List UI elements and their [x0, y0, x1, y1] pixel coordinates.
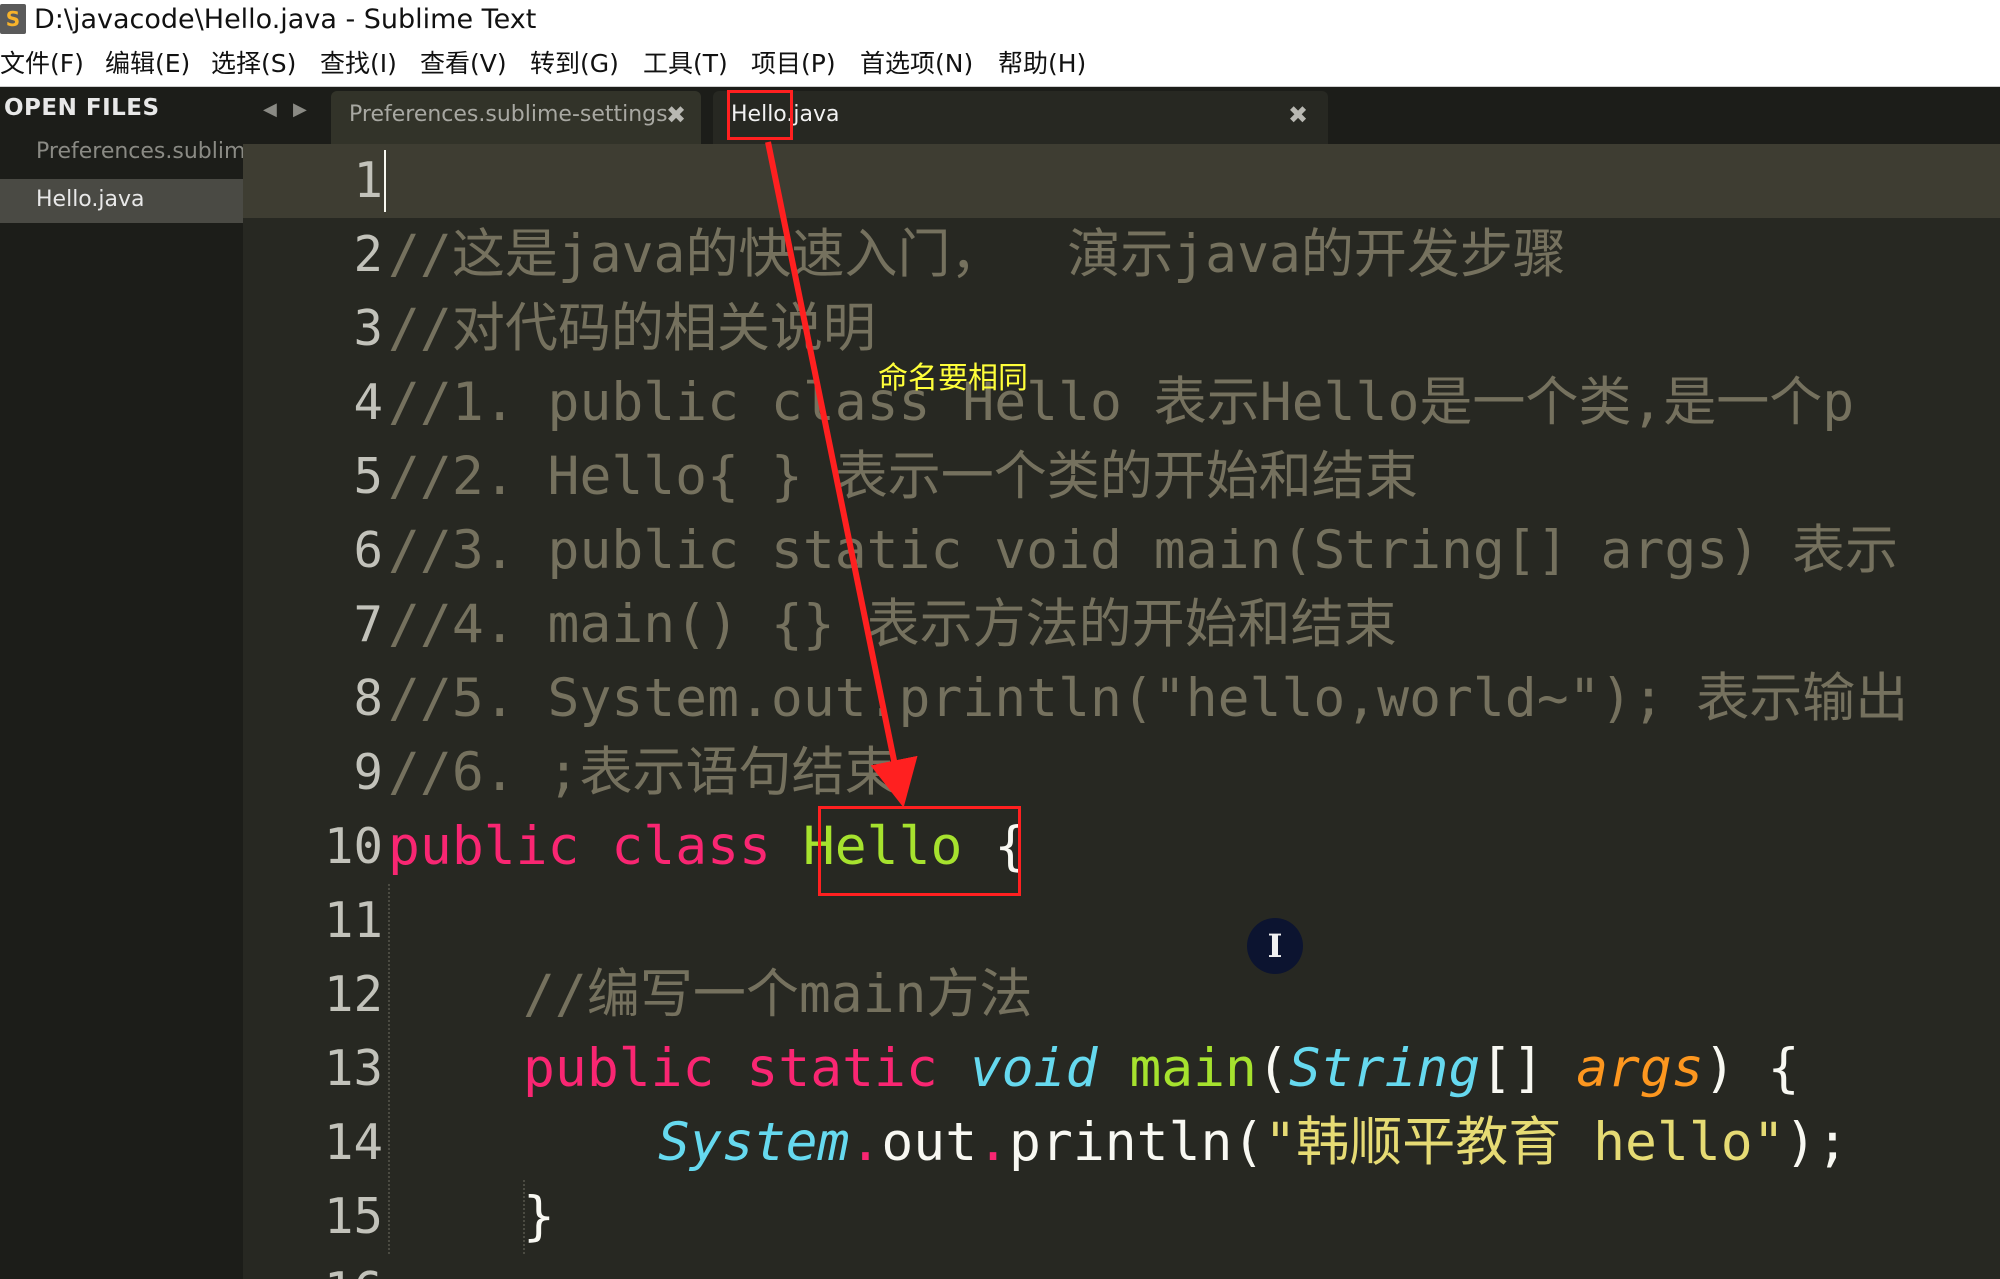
paren-open: (	[1232, 1112, 1265, 1173]
line-number: 4	[353, 374, 383, 431]
text-cursor-icon: I	[1267, 927, 1283, 965]
field-out: out	[881, 1112, 978, 1173]
method-name: main	[1129, 1038, 1257, 1099]
line-number: 15	[323, 1188, 383, 1245]
text-caret	[384, 150, 386, 212]
code-line-comment: //编写一个main方法	[523, 964, 1033, 1025]
menu-help[interactable]: 帮助(H)	[998, 48, 1086, 80]
sidebar-item-preferences[interactable]: Preferences.sublime-settings	[0, 131, 243, 175]
sidebar-item-label: Hello.java	[36, 187, 145, 212]
code-line-comment: //2. Hello{ } 表示一个类的开始和结束	[388, 446, 1418, 507]
sidebar-item-hello-java[interactable]: Hello.java	[0, 179, 243, 223]
keyword-public: public	[388, 816, 580, 877]
keyword-static: static	[746, 1038, 938, 1099]
menu-goto[interactable]: 转到(G)	[530, 48, 619, 80]
dot-operator: .	[849, 1112, 882, 1173]
code-line-main-method: public static void main(String[] args) {	[523, 1032, 1799, 1106]
parameter-args: args	[1576, 1038, 1704, 1099]
code-line-comment: //4. main() {} 表示方法的开始和结束	[388, 594, 1397, 655]
line-number: 8	[353, 670, 383, 727]
sublime-app-icon: S	[0, 4, 26, 34]
tab-bar: ◀ ▶ Preferences.sublime-settings ✖ Hello…	[243, 87, 2000, 144]
menu-preferences[interactable]: 首选项(N)	[860, 48, 973, 80]
line-number: 13	[323, 1040, 383, 1097]
close-icon[interactable]: ✖	[1288, 101, 1308, 129]
menu-edit[interactable]: 编辑(E)	[105, 48, 190, 80]
menu-find[interactable]: 查找(I)	[320, 48, 397, 80]
title-bar: S D:\javacode\Hello.java - Sublime Text	[0, 0, 2000, 42]
menu-project[interactable]: 项目(P)	[751, 48, 836, 80]
menu-tools[interactable]: 工具(T)	[643, 48, 728, 80]
menu-file[interactable]: 文件(F)	[0, 48, 84, 80]
close-icon[interactable]: ✖	[666, 101, 686, 129]
method-println: println	[1009, 1112, 1233, 1173]
line-number: 16	[283, 1254, 383, 1279]
line-number: 2	[353, 226, 383, 283]
tab-scroll-left-icon[interactable]: ◀	[263, 99, 277, 120]
line-number: 6	[353, 522, 383, 579]
line-number: 5	[353, 448, 383, 505]
close-brace: }	[523, 1186, 555, 1247]
line-number: 12	[323, 966, 383, 1023]
type-string: String	[1288, 1038, 1481, 1099]
open-brace: {	[1767, 1038, 1800, 1099]
tab-name-highlight-box	[727, 90, 793, 140]
tab-scroll-right-icon[interactable]: ▶	[293, 99, 307, 120]
tab-label: Preferences.sublime-settings	[349, 102, 668, 127]
tab-preferences[interactable]: Preferences.sublime-settings ✖	[331, 91, 701, 144]
type-void: void	[969, 1038, 1098, 1099]
mouse-cursor-icon: I	[1247, 918, 1303, 974]
tab-hello-java[interactable]: Hello.java ✖	[713, 91, 1328, 144]
keyword-public: public	[523, 1038, 715, 1099]
code-line-comment: //6. ;表示语句结束	[388, 742, 898, 803]
code-line-comment: //5. System.out.println("hello,world~");…	[388, 668, 1909, 729]
sidebar-item-label: Preferences.sublime-settings	[36, 139, 243, 164]
code-editor[interactable]: 1 2 3 4 5 6 7 8 9 10 11 12 13 14 15 16 /…	[243, 144, 2000, 1279]
array-brackets: []	[1480, 1038, 1545, 1099]
paren-open: (	[1256, 1038, 1289, 1099]
code-line-comment: //对代码的相关说明	[388, 298, 876, 359]
code-line-comment: //1. public class Hello 表示Hello是一个类,是一个p	[388, 372, 1855, 433]
menu-bar: 文件(F) 编辑(E) 选择(S) 查找(I) 查看(V) 转到(G) 工具(T…	[0, 42, 2000, 87]
line-number: 11	[323, 892, 383, 949]
line-number-gutter: 1 2 3 4 5 6 7 8 9 10 11 12 13 14 15 16	[243, 144, 383, 1279]
code-area: //这是java的快速入门， 演示java的开发步骤 //对代码的相关说明 //…	[388, 144, 2000, 1279]
menu-view[interactable]: 查看(V)	[420, 48, 507, 80]
line-number: 10	[323, 818, 383, 875]
keyword-class: class	[611, 816, 771, 877]
line-number: 7	[353, 596, 383, 653]
line-number: 9	[353, 744, 383, 801]
line-number: 1	[353, 152, 383, 209]
code-line-comment: //3. public static void main(String[] ar…	[388, 520, 1898, 581]
string-literal: "韩顺平教育 hello"	[1264, 1112, 1785, 1173]
line-number: 3	[353, 300, 383, 357]
dot-operator: .	[977, 1112, 1010, 1173]
sidebar: OPEN FILES Preferences.sublime-settings …	[0, 87, 243, 1279]
window-title: D:\javacode\Hello.java - Sublime Text	[34, 4, 537, 35]
code-line-println: System.out.println("韩顺平教育 hello");	[658, 1106, 1848, 1180]
line-number: 14	[323, 1114, 383, 1171]
menu-selection[interactable]: 选择(S)	[211, 48, 296, 80]
paren-close: )	[1703, 1038, 1736, 1099]
open-files-header: OPEN FILES	[4, 95, 160, 121]
code-line-comment: //这是java的快速入门， 演示java的开发步骤	[388, 224, 1566, 285]
system-class: System	[658, 1112, 850, 1173]
class-name-highlight-box	[818, 806, 1021, 896]
statement-end: );	[1784, 1112, 1849, 1173]
annotation-label: 命名要相同	[878, 361, 1028, 396]
